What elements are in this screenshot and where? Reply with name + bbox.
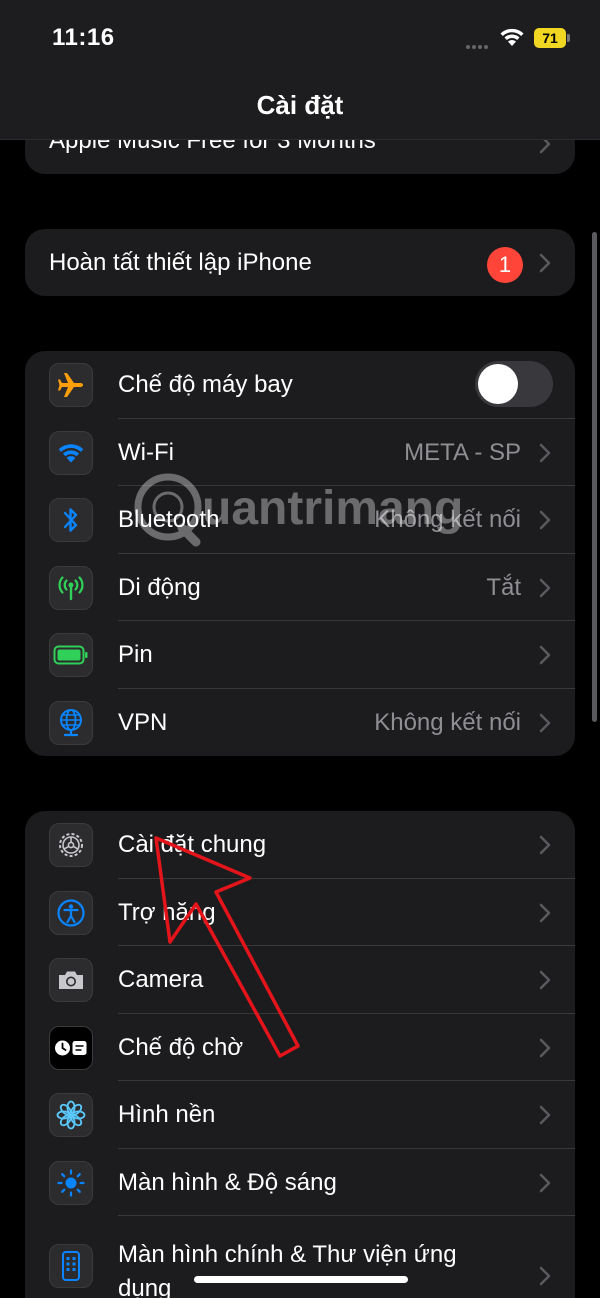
general-group: Cài đặt chung Trợ năng Camera Chế độ chờ… bbox=[25, 811, 575, 1298]
status-time: 11:16 bbox=[52, 24, 115, 51]
wifi-status-icon bbox=[500, 28, 524, 46]
wallpaper-label: Hình nền bbox=[118, 1101, 216, 1128]
vpn-label: VPN bbox=[118, 708, 168, 736]
status-bar: 11:16 71 bbox=[0, 0, 600, 80]
camera-icon bbox=[49, 958, 93, 1002]
battery-label: Pin bbox=[118, 641, 153, 668]
chevron-right-icon bbox=[539, 970, 551, 990]
wallpaper-row[interactable]: Hình nền bbox=[25, 1081, 575, 1149]
home-screen-icon bbox=[49, 1244, 93, 1288]
notification-badge: 1 bbox=[487, 247, 523, 283]
battery-row[interactable]: Pin bbox=[25, 621, 575, 689]
standby-label: Chế độ chờ bbox=[118, 1033, 244, 1061]
camera-label: Camera bbox=[118, 966, 204, 993]
chevron-right-icon bbox=[539, 1173, 551, 1192]
page-title: Cài đặt bbox=[256, 90, 344, 120]
chevron-right-icon bbox=[539, 443, 551, 462]
cellular-row[interactable]: Di động Tắt bbox=[25, 554, 575, 621]
accessibility-row[interactable]: Trợ năng bbox=[25, 879, 575, 946]
standby-row[interactable]: Chế độ chờ bbox=[25, 1014, 575, 1081]
cellular-signal-icon bbox=[466, 36, 492, 49]
cellular-antenna-icon bbox=[49, 565, 93, 610]
chevron-right-icon bbox=[539, 1105, 551, 1125]
chevron-right-icon bbox=[539, 903, 551, 922]
wifi-row[interactable]: Wi-Fi META - SP bbox=[25, 419, 575, 486]
display-brightness-label: Màn hình & Độ sáng bbox=[118, 1168, 337, 1196]
setup-row[interactable]: Hoàn tất thiết lập iPhone 1 bbox=[25, 229, 575, 296]
chevron-right-icon bbox=[539, 1038, 551, 1057]
airplane-icon bbox=[49, 363, 93, 407]
brightness-sun-icon bbox=[49, 1160, 93, 1205]
general-settings-row[interactable]: Cài đặt chung bbox=[25, 811, 575, 879]
setup-group: Hoàn tất thiết lập iPhone 1 bbox=[25, 229, 575, 296]
battery-level: 71 bbox=[534, 28, 566, 48]
airplane-mode-row[interactable]: Chế độ máy bay bbox=[25, 351, 575, 419]
bluetooth-row[interactable]: Bluetooth Không kết nối bbox=[25, 486, 575, 554]
battery-status-icon: 71 bbox=[534, 28, 570, 48]
vpn-value: Không kết nối bbox=[374, 708, 521, 736]
battery-icon bbox=[49, 633, 93, 677]
cellular-value: Tắt bbox=[486, 573, 521, 601]
chevron-right-icon bbox=[539, 253, 551, 273]
camera-row[interactable]: Camera bbox=[25, 946, 575, 1014]
cellular-label: Di động bbox=[118, 573, 201, 601]
airplane-mode-label: Chế độ máy bay bbox=[118, 371, 293, 398]
home-indicator[interactable] bbox=[194, 1276, 408, 1283]
nav-header: 11:16 71 Cài đặt bbox=[0, 0, 600, 140]
display-brightness-row[interactable]: Màn hình & Độ sáng bbox=[25, 1149, 575, 1216]
chevron-right-icon bbox=[539, 835, 551, 855]
chevron-right-icon bbox=[539, 578, 551, 597]
chevron-right-icon bbox=[539, 645, 551, 665]
home-screen-row[interactable]: Màn hình chính & Thư viện ứng dụng bbox=[25, 1216, 575, 1298]
standby-icon bbox=[49, 1025, 93, 1070]
bluetooth-label: Bluetooth bbox=[118, 506, 220, 533]
bluetooth-value: Không kết nối bbox=[374, 506, 521, 533]
wifi-icon bbox=[49, 430, 93, 475]
accessibility-icon bbox=[49, 890, 93, 935]
chevron-right-icon bbox=[539, 510, 551, 530]
accessibility-label: Trợ năng bbox=[118, 898, 216, 926]
home-screen-label: Màn hình chính & Thư viện ứng dụng bbox=[118, 1241, 457, 1298]
bluetooth-icon bbox=[49, 498, 93, 542]
vpn-row[interactable]: VPN Không kết nối bbox=[25, 689, 575, 757]
chevron-right-icon bbox=[539, 1266, 551, 1286]
wifi-label: Wi-Fi bbox=[118, 438, 174, 466]
wallpaper-flower-icon bbox=[49, 1093, 93, 1137]
airplane-mode-toggle[interactable] bbox=[475, 361, 553, 407]
gear-icon bbox=[49, 823, 93, 867]
chevron-right-icon bbox=[539, 713, 551, 732]
connectivity-group: Chế độ máy bay Wi-Fi META - SP Bluetooth… bbox=[25, 351, 575, 756]
vpn-globe-icon bbox=[49, 700, 93, 745]
wifi-value: META - SP bbox=[404, 438, 521, 466]
setup-label: Hoàn tất thiết lập iPhone bbox=[49, 249, 312, 276]
general-settings-label: Cài đặt chung bbox=[118, 831, 267, 858]
scroll-indicator[interactable] bbox=[592, 232, 597, 722]
